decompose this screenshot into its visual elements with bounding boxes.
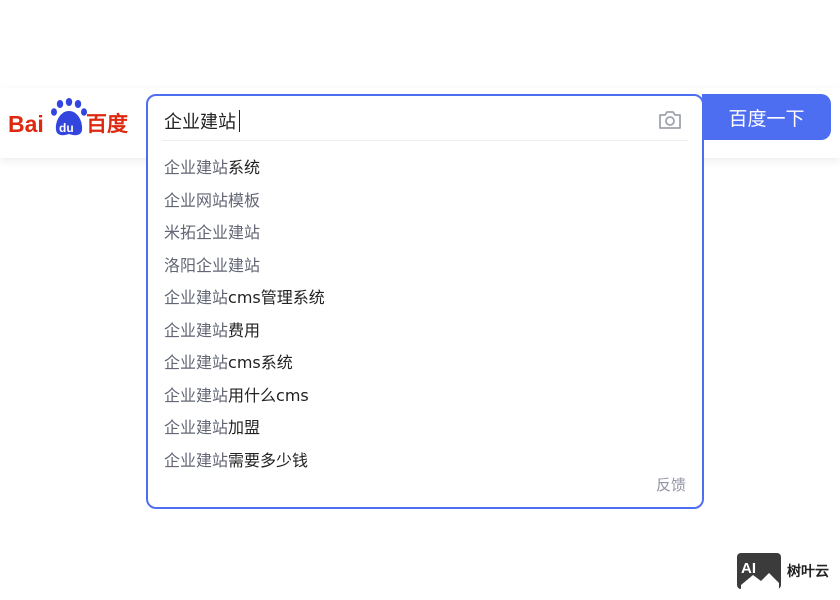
- suggestion-item[interactable]: 企业建站需要多少钱: [164, 445, 684, 478]
- suggestion-item[interactable]: 企业建站系统: [164, 152, 684, 185]
- suggestion-item[interactable]: 米拓企业建站: [164, 217, 684, 250]
- suggestion-rest: cms系统: [228, 353, 293, 372]
- suggestion-prefix: 企业建站: [164, 418, 229, 437]
- suggestion-prefix: 企业网站模板: [164, 190, 261, 210]
- suggestion-prefix: 企业建站: [164, 450, 229, 470]
- suggestion-prefix: 企业建站: [164, 353, 229, 372]
- baidu-logo[interactable]: Bai du 百度: [8, 96, 130, 140]
- suggestion-prefix: 米拓企业建站: [164, 223, 261, 242]
- feedback-link[interactable]: 反馈: [656, 474, 686, 495]
- search-box: 企业建站系统企业网站模板米拓企业建站洛阳企业建站企业建站cms管理系统企业建站费…: [146, 94, 704, 509]
- suggestion-prefix: 企业建站: [164, 320, 229, 340]
- suggestion-prefix: 洛阳企业建站: [164, 255, 261, 275]
- search-button[interactable]: 百度一下: [702, 94, 831, 140]
- suggestion-rest: 加盟: [228, 418, 261, 437]
- suggestion-item[interactable]: 企业建站cms系统: [164, 347, 684, 380]
- suggestion-item[interactable]: 洛阳企业建站: [164, 250, 684, 283]
- suggestion-prefix: 企业建站: [164, 385, 229, 405]
- watermark-text: 树叶云: [787, 564, 829, 580]
- suggestion-list: 企业建站系统 企业网站模板 米拓企业建站 洛阳企业建站 企业建站cms管理系统 企业建站费…: [164, 152, 684, 477]
- svg-text:百度: 百度: [86, 112, 128, 136]
- watermark: AI 树叶云: [737, 553, 829, 589]
- suggestion-item[interactable]: 企业建站加盟: [164, 412, 684, 445]
- suggestion-prefix: 企业建站: [164, 288, 229, 307]
- suggestion-rest: 用什么cms: [228, 385, 309, 405]
- suggestion-rest: 系统: [228, 158, 261, 177]
- suggestion-item[interactable]: 企业网站模板: [164, 185, 684, 218]
- svg-text:Bai: Bai: [8, 111, 44, 137]
- suggestion-rest: cms管理系统: [228, 288, 325, 307]
- suggestion-item[interactable]: 企业建站费用: [164, 315, 684, 348]
- suggestion-item[interactable]: 企业建站cms管理系统: [164, 282, 684, 315]
- search-input[interactable]: [164, 104, 654, 138]
- svg-text:AI: AI: [741, 560, 756, 577]
- watermark-logo-icon: AI: [737, 553, 781, 589]
- suggestion-rest: 需要多少钱: [228, 450, 309, 470]
- suggestion-prefix: 企业建站: [164, 158, 229, 177]
- svg-text:du: du: [59, 121, 74, 135]
- input-divider: [162, 140, 688, 141]
- suggestion-item[interactable]: 企业建站用什么cms: [164, 380, 684, 413]
- text-caret: [239, 110, 240, 132]
- suggestion-rest: 费用: [228, 320, 261, 340]
- camera-icon[interactable]: [656, 106, 684, 134]
